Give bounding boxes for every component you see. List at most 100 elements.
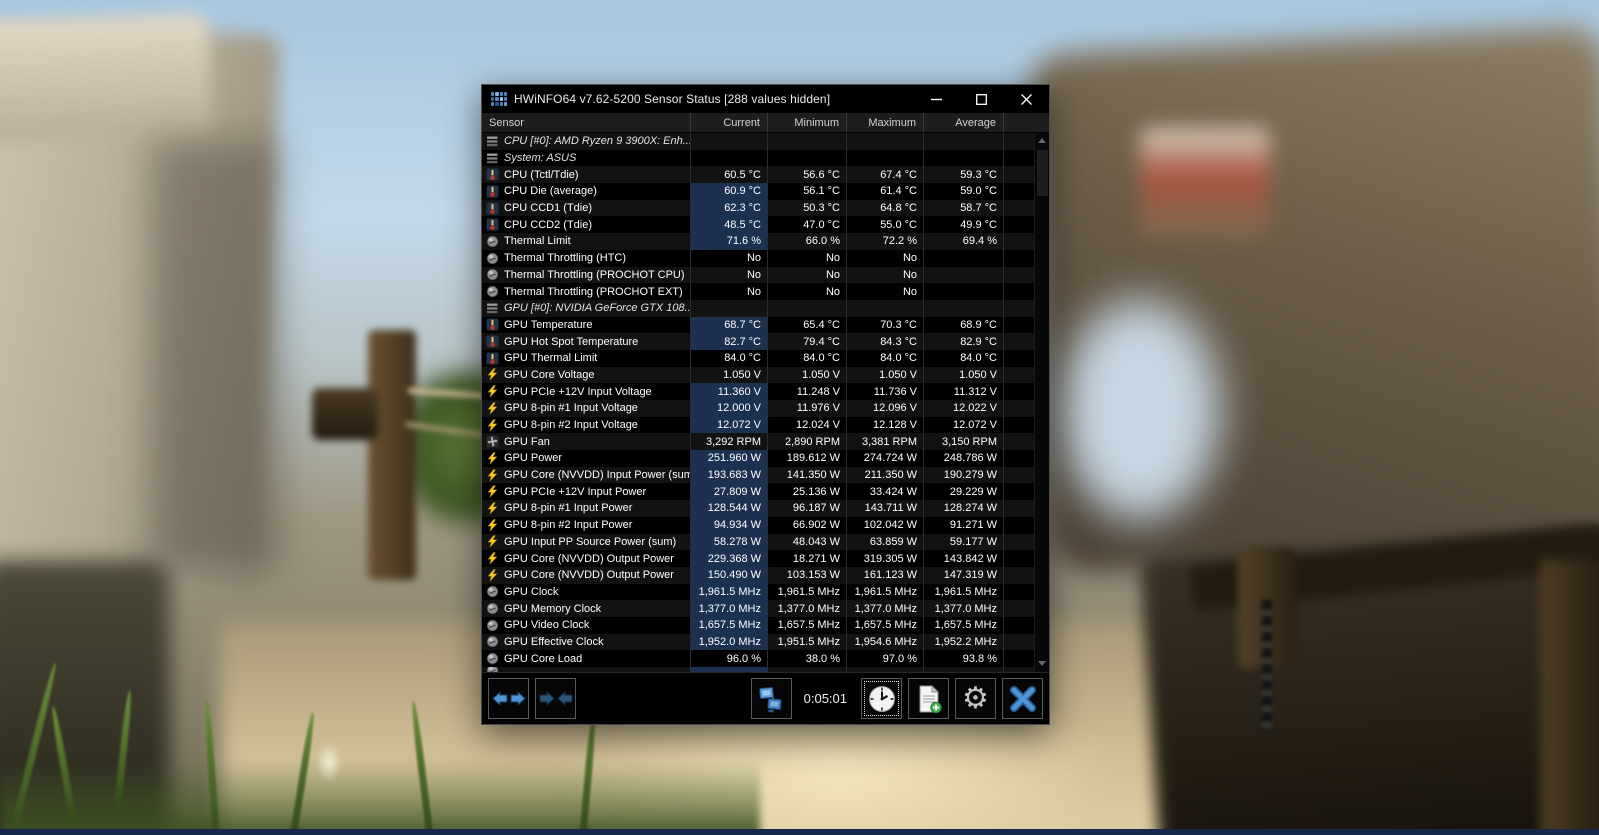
- cell-maximum: [847, 300, 924, 317]
- scroll-down-icon[interactable]: [1038, 661, 1046, 666]
- cell-maximum: 1,657.5 MHz: [847, 617, 924, 634]
- cell-maximum: 319.305 W: [847, 550, 924, 567]
- clock-button[interactable]: [861, 678, 902, 719]
- sensor-name-cell: Thermal Limit: [482, 233, 691, 250]
- table-row[interactable]: System: ASUS: [482, 150, 1034, 167]
- sensor-name-cell: GPU PCIe +12V Input Voltage: [482, 383, 691, 400]
- sensor-name-cell: GPU 8-pin #1 Input Power: [482, 500, 691, 517]
- table-row[interactable]: GPU Core Voltage1.050 V1.050 V1.050 V1.0…: [482, 367, 1034, 384]
- cell-average: 58.7 °C: [924, 200, 1004, 217]
- table-row[interactable]: GPU Memory Clock1,377.0 MHz1,377.0 MHz1,…: [482, 600, 1034, 617]
- table-row[interactable]: CPU [#0]: AMD Ryzen 9 3900X: Enh...: [482, 133, 1034, 150]
- window-title: HWiNFO64 v7.62-5200 Sensor Status [288 v…: [514, 92, 830, 106]
- column-header-minimum[interactable]: Minimum: [768, 113, 847, 132]
- table-row[interactable]: GPU Clock1,961.5 MHz1,961.5 MHz1,961.5 M…: [482, 584, 1034, 601]
- table-row[interactable]: GPU [#0]: NVIDIA GeForce GTX 108...: [482, 300, 1034, 317]
- table-row[interactable]: GPU Thermal Limit84.0 °C84.0 °C84.0 °C84…: [482, 350, 1034, 367]
- column-header-average[interactable]: Average: [924, 113, 1004, 132]
- remote-monitoring-button[interactable]: [751, 678, 792, 719]
- table-row[interactable]: Thermal Throttling (PROCHOT CPU)NoNoNo: [482, 267, 1034, 284]
- report-button[interactable]: [908, 678, 949, 719]
- cell-maximum: 12.096 V: [847, 400, 924, 417]
- bolt-icon: [486, 502, 499, 515]
- pillar-shadow: [150, 140, 280, 570]
- cell-maximum: 211.350 W: [847, 467, 924, 484]
- exit-button[interactable]: [1002, 678, 1043, 719]
- cell-current: 68.7 °C: [691, 317, 768, 334]
- column-header-sensor[interactable]: Sensor: [482, 113, 691, 132]
- table-row[interactable]: CPU (Tctl/Tdie)60.5 °C56.6 °C67.4 °C59.3…: [482, 166, 1034, 183]
- close-button[interactable]: [1004, 85, 1049, 113]
- sensor-name-cell: GPU Hot Spot Temperature: [482, 333, 691, 350]
- table-row[interactable]: GPU Core (NVVDD) Output Power229.368 W18…: [482, 550, 1034, 567]
- settings-button[interactable]: ⚙: [955, 678, 996, 719]
- table-row[interactable]: GPU Temperature68.7 °C65.4 °C70.3 °C68.9…: [482, 317, 1034, 334]
- sensor-label: GPU Effective Clock: [504, 636, 603, 648]
- table-row[interactable]: GPU Power251.960 W189.612 W274.724 W248.…: [482, 450, 1034, 467]
- cell-current: 1,961.5 MHz: [691, 584, 768, 601]
- chip-icon: [486, 302, 499, 315]
- cell-current: 62.3 °C: [691, 200, 768, 217]
- table-row[interactable]: GPU 8-pin #2 Input Power94.934 W66.902 W…: [482, 517, 1034, 534]
- cell-current: 251.960 W: [691, 450, 768, 467]
- vertical-scrollbar[interactable]: [1034, 133, 1049, 672]
- cell-minimum: [768, 667, 847, 672]
- cell-maximum: 55.0 °C: [847, 216, 924, 233]
- table-row[interactable]: Thermal Limit71.6 %66.0 %72.2 %69.4 %: [482, 233, 1034, 250]
- sensor-name-cell: GPU Thermal Limit: [482, 350, 691, 367]
- table-row[interactable]: CPU CCD2 (Tdie)48.5 °C47.0 °C55.0 °C49.9…: [482, 216, 1034, 233]
- cell-current: 48.5 °C: [691, 216, 768, 233]
- minimize-button[interactable]: [914, 85, 959, 113]
- table-row[interactable]: GPU Core Load96.0 %38.0 %97.0 %93.8 %: [482, 650, 1034, 667]
- sensor-name-cell: CPU CCD1 (Tdie): [482, 200, 691, 217]
- table-row[interactable]: GPU Input PP Source Power (sum)58.278 W4…: [482, 534, 1034, 551]
- column-header-maximum[interactable]: Maximum: [847, 113, 924, 132]
- table-row[interactable]: GPU Effective Clock1,952.0 MHz1,951.5 MH…: [482, 634, 1034, 651]
- table-row[interactable]: GPU Video Clock1,657.5 MHz1,657.5 MHz1,6…: [482, 617, 1034, 634]
- scrollbar-thumb[interactable]: [1037, 150, 1048, 196]
- cell-current: 58.278 W: [691, 534, 768, 551]
- table-row[interactable]: Thermal Throttling (HTC)NoNoNo: [482, 250, 1034, 267]
- sensor-label: GPU PCIe +12V Input Voltage: [504, 386, 652, 398]
- cell-maximum: [847, 150, 924, 167]
- filler-cell: [1004, 550, 1034, 567]
- table-row[interactable]: [482, 667, 1034, 672]
- sensor-label: GPU 8-pin #2 Input Power: [504, 519, 632, 531]
- cell-maximum: 143.711 W: [847, 500, 924, 517]
- clock-icon: [867, 684, 897, 714]
- sensor-name-cell: Thermal Throttling (HTC): [482, 250, 691, 267]
- hwinfo-app-icon: [491, 92, 507, 106]
- table-row[interactable]: CPU Die (average)60.9 °C56.1 °C61.4 °C59…: [482, 183, 1034, 200]
- thermometer-icon: [486, 202, 499, 215]
- filler-cell: [1004, 333, 1034, 350]
- table-row[interactable]: GPU PCIe +12V Input Voltage11.360 V11.24…: [482, 383, 1034, 400]
- table-row[interactable]: GPU Fan3,292 RPM2,890 RPM3,381 RPM3,150 …: [482, 433, 1034, 450]
- cell-average: 91.271 W: [924, 517, 1004, 534]
- sensor-name-cell: GPU Input PP Source Power (sum): [482, 534, 691, 551]
- column-header-current[interactable]: Current: [691, 113, 768, 132]
- table-row[interactable]: GPU PCIe +12V Input Power27.809 W25.136 …: [482, 483, 1034, 500]
- bolt-icon: [486, 419, 499, 432]
- scroll-up-icon[interactable]: [1038, 138, 1046, 143]
- cell-minimum: 25.136 W: [768, 483, 847, 500]
- table-row[interactable]: GPU Core (NVVDD) Output Power150.490 W10…: [482, 567, 1034, 584]
- table-row[interactable]: GPU 8-pin #1 Input Power128.544 W96.187 …: [482, 500, 1034, 517]
- cell-maximum: 63.859 W: [847, 534, 924, 551]
- cell-minimum: 1,657.5 MHz: [768, 617, 847, 634]
- table-row[interactable]: GPU 8-pin #2 Input Voltage12.072 V12.024…: [482, 417, 1034, 434]
- table-row[interactable]: GPU Hot Spot Temperature82.7 °C79.4 °C84…: [482, 333, 1034, 350]
- cell-minimum: 48.043 W: [768, 534, 847, 551]
- table-row[interactable]: GPU 8-pin #1 Input Voltage12.000 V11.976…: [482, 400, 1034, 417]
- table-row[interactable]: Thermal Throttling (PROCHOT EXT)NoNoNo: [482, 283, 1034, 300]
- cell-minimum: 189.612 W: [768, 450, 847, 467]
- filler-cell: [1004, 400, 1034, 417]
- filler-cell: [1004, 233, 1034, 250]
- table-row[interactable]: GPU Core (NVVDD) Input Power (sum)193.68…: [482, 467, 1034, 484]
- cell-maximum: 33.424 W: [847, 483, 924, 500]
- expand-columns-button[interactable]: [488, 678, 529, 719]
- cell-current: 150.490 W: [691, 567, 768, 584]
- maximize-button[interactable]: [959, 85, 1004, 113]
- title-bar[interactable]: HWiNFO64 v7.62-5200 Sensor Status [288 v…: [482, 85, 1049, 113]
- table-row[interactable]: CPU CCD1 (Tdie)62.3 °C50.3 °C64.8 °C58.7…: [482, 200, 1034, 217]
- collapse-columns-button[interactable]: [535, 678, 576, 719]
